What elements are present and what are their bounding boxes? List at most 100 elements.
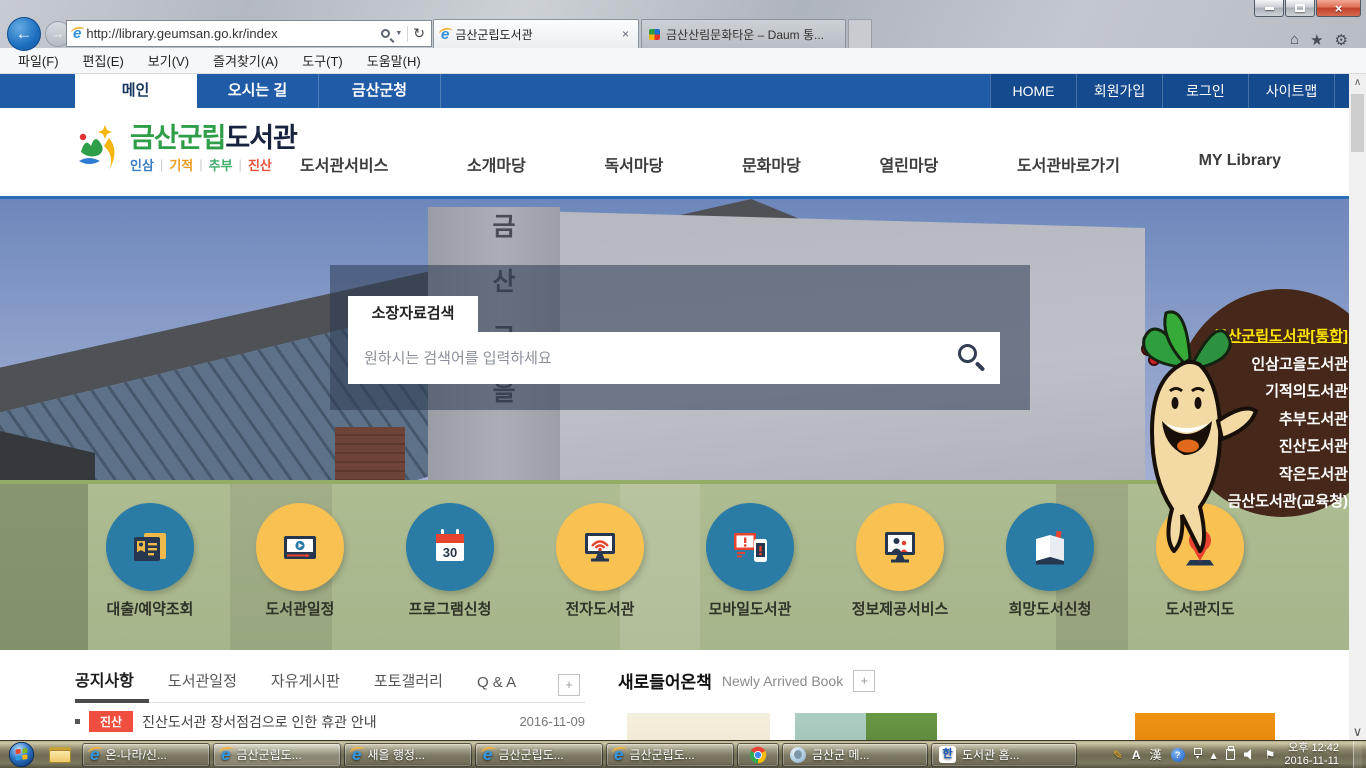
hidden-icons-arrow[interactable]: ▴ [1211, 748, 1217, 762]
minimize-button[interactable] [1254, 0, 1284, 17]
scroll-down-arrow[interactable]: ∨ [1349, 723, 1366, 740]
divider [407, 26, 408, 42]
search-input[interactable] [348, 332, 1000, 384]
tab-free-board[interactable]: 자유게시판 [271, 670, 340, 691]
nav-reading[interactable]: 독서마당 [604, 152, 663, 176]
search-tab[interactable]: 소장자료검색 [348, 296, 478, 332]
tab-qna[interactable]: Q & A [477, 674, 516, 691]
taskbar-window-library3[interactable]: e 금산군립도... [606, 743, 734, 767]
new-books-more-button[interactable]: + [853, 670, 875, 692]
util-home[interactable]: HOME [990, 74, 1076, 108]
quicklink-label[interactable]: 도서관일정 [225, 598, 375, 619]
menu-file[interactable]: 파일(F) [6, 51, 71, 70]
close-button[interactable]: × [1316, 0, 1361, 17]
magnifier-icon [958, 344, 977, 363]
taskbar-window-onnara[interactable]: e 온-나라/신... [82, 743, 210, 767]
back-button[interactable]: ← [7, 17, 41, 51]
taskbar-chrome-button[interactable] [737, 743, 779, 767]
ie-icon: e [221, 746, 230, 763]
quicklink-label[interactable]: 도서관지도 [1125, 598, 1275, 619]
maximize-button[interactable] [1285, 0, 1315, 17]
notice-title[interactable]: 진산도서관 장서점검으로 인한 휴관 안내 [142, 712, 510, 732]
start-button[interactable] [8, 741, 35, 768]
nav-my-library[interactable]: MY Library [1199, 152, 1281, 176]
nav-culture[interactable]: 문화마당 [742, 152, 801, 176]
show-desktop-button[interactable] [1353, 741, 1362, 768]
clock-date: 2016-11-11 [1284, 755, 1339, 768]
action-center-flag-icon[interactable]: ⚑ [1265, 748, 1276, 762]
quicklink-label[interactable]: 프로그램신청 [375, 598, 525, 619]
taskbar-window-library2[interactable]: e 금산군립도... [475, 743, 603, 767]
tab-notices[interactable]: 공지사항 [75, 667, 134, 691]
notice-row[interactable]: 진산 진산도서관 장서점검으로 인한 휴관 안내 2016-11-09 [75, 711, 585, 732]
taskbar-window-saeol[interactable]: e 새올 행정... [344, 743, 472, 767]
ime-language-icon[interactable]: A [1132, 748, 1141, 762]
tools-gear-icon[interactable]: ⚙ [1335, 31, 1348, 49]
taskbar-messenger-button[interactable]: 금산군 메... [782, 743, 928, 767]
usb-eject-icon[interactable] [1226, 749, 1235, 760]
nav-intro[interactable]: 소개마당 [467, 152, 526, 176]
quicklink-loan-lookup[interactable] [106, 503, 194, 591]
nav-tab-county-office[interactable]: 금산군청 [319, 74, 441, 108]
tab-active[interactable]: e 금산군립도서관 × [433, 19, 639, 48]
quicklink-info-service[interactable] [856, 503, 944, 591]
url-text[interactable]: http://library.geumsan.go.kr/index [86, 26, 376, 41]
taskbar-window-library-active[interactable]: e 금산군립도... [213, 743, 341, 767]
quicklink-program-apply[interactable]: 30 [406, 503, 494, 591]
nav-tab-directions[interactable]: 오시는 길 [197, 74, 319, 108]
utility-nav: HOME 회원가입 로그인 사이트맵 [990, 74, 1349, 108]
quicklink-label[interactable]: 대출/예약조회 [75, 598, 225, 619]
calendar-icon: 30 [428, 525, 472, 569]
ie-icon: e [90, 746, 99, 763]
quicklink-mobile-library[interactable] [706, 503, 794, 591]
home-icon[interactable]: ⌂ [1290, 31, 1299, 49]
quicklink-e-library[interactable] [556, 503, 644, 591]
scrollbar-thumb[interactable] [1351, 94, 1364, 152]
quicklink-label[interactable]: 전자도서관 [525, 598, 675, 619]
site-logo[interactable]: 금산군립도서관 인삼| 기적| 추부| 진산 [75, 124, 297, 174]
menu-edit[interactable]: 편집(E) [71, 51, 136, 70]
util-signup[interactable]: 회원가입 [1076, 74, 1162, 108]
nav-open[interactable]: 열린마당 [879, 152, 938, 176]
hwp-icon: 한 [939, 746, 956, 763]
quicklink-label[interactable]: 모바일도서관 [675, 598, 825, 619]
menu-view[interactable]: 보기(V) [136, 51, 201, 70]
help-tray-icon[interactable]: ? [1171, 748, 1185, 762]
taskbar-explorer-button[interactable] [41, 742, 79, 768]
new-tab-stub[interactable] [848, 19, 872, 48]
volume-icon[interactable] [1244, 749, 1256, 761]
quicklink-library-schedule[interactable] [256, 503, 344, 591]
taskbar-hwp-button[interactable]: 한 도서관 홈... [931, 743, 1077, 767]
quicklink-label[interactable]: 희망도서신청 [975, 598, 1125, 619]
ime-pencil-icon[interactable]: ✎ [1113, 748, 1123, 762]
search-submit-button[interactable] [958, 344, 988, 374]
quicklink-label[interactable]: 정보제공서비스 [825, 598, 975, 619]
nav-shortcuts[interactable]: 도서관바로가기 [1017, 152, 1120, 176]
scroll-up-arrow[interactable]: ∧ [1349, 74, 1366, 91]
nav-library-services[interactable]: 도서관서비스 [300, 152, 388, 176]
quicklink-book-request[interactable] [1006, 503, 1094, 591]
menu-help[interactable]: 도움말(H) [355, 51, 433, 70]
address-bar[interactable]: e http://library.geumsan.go.kr/index ▼ ↻ [66, 20, 432, 47]
ime-hanja-icon[interactable]: 漢 [1150, 746, 1162, 763]
menu-tools[interactable]: 도구(T) [290, 51, 355, 70]
menu-favorites[interactable]: 즐겨찾기(A) [201, 51, 290, 70]
tab-close-icon[interactable]: × [620, 27, 631, 41]
command-icons: ⌂ ★ ⚙ [1290, 31, 1348, 49]
tab-photo-gallery[interactable]: 포토갤러리 [374, 670, 443, 691]
tab-schedule[interactable]: 도서관일정 [168, 670, 237, 691]
page-scrollbar[interactable]: ∧ ∨ [1349, 74, 1366, 740]
taskbar-clock[interactable]: 오후 12:42 2016-11-11 [1284, 742, 1339, 768]
util-sitemap[interactable]: 사이트맵 [1248, 74, 1334, 108]
nav-tab-main[interactable]: 메인 [75, 74, 197, 108]
open-book-icon [1028, 525, 1072, 569]
board-more-button[interactable]: + [558, 674, 580, 696]
refresh-icon[interactable]: ↻ [413, 25, 425, 42]
search-icon[interactable] [381, 29, 390, 38]
favorites-star-icon[interactable]: ★ [1310, 31, 1323, 49]
util-login[interactable]: 로그인 [1162, 74, 1248, 108]
search-caret-icon[interactable]: ▼ [395, 30, 402, 37]
tab-inactive[interactable]: 금산산림문화타운 – Daum 통... [641, 19, 846, 48]
new-books-subtitle: Newly Arrived Book [722, 673, 843, 689]
window-switch-icon[interactable]: ▾ [1194, 748, 1202, 761]
